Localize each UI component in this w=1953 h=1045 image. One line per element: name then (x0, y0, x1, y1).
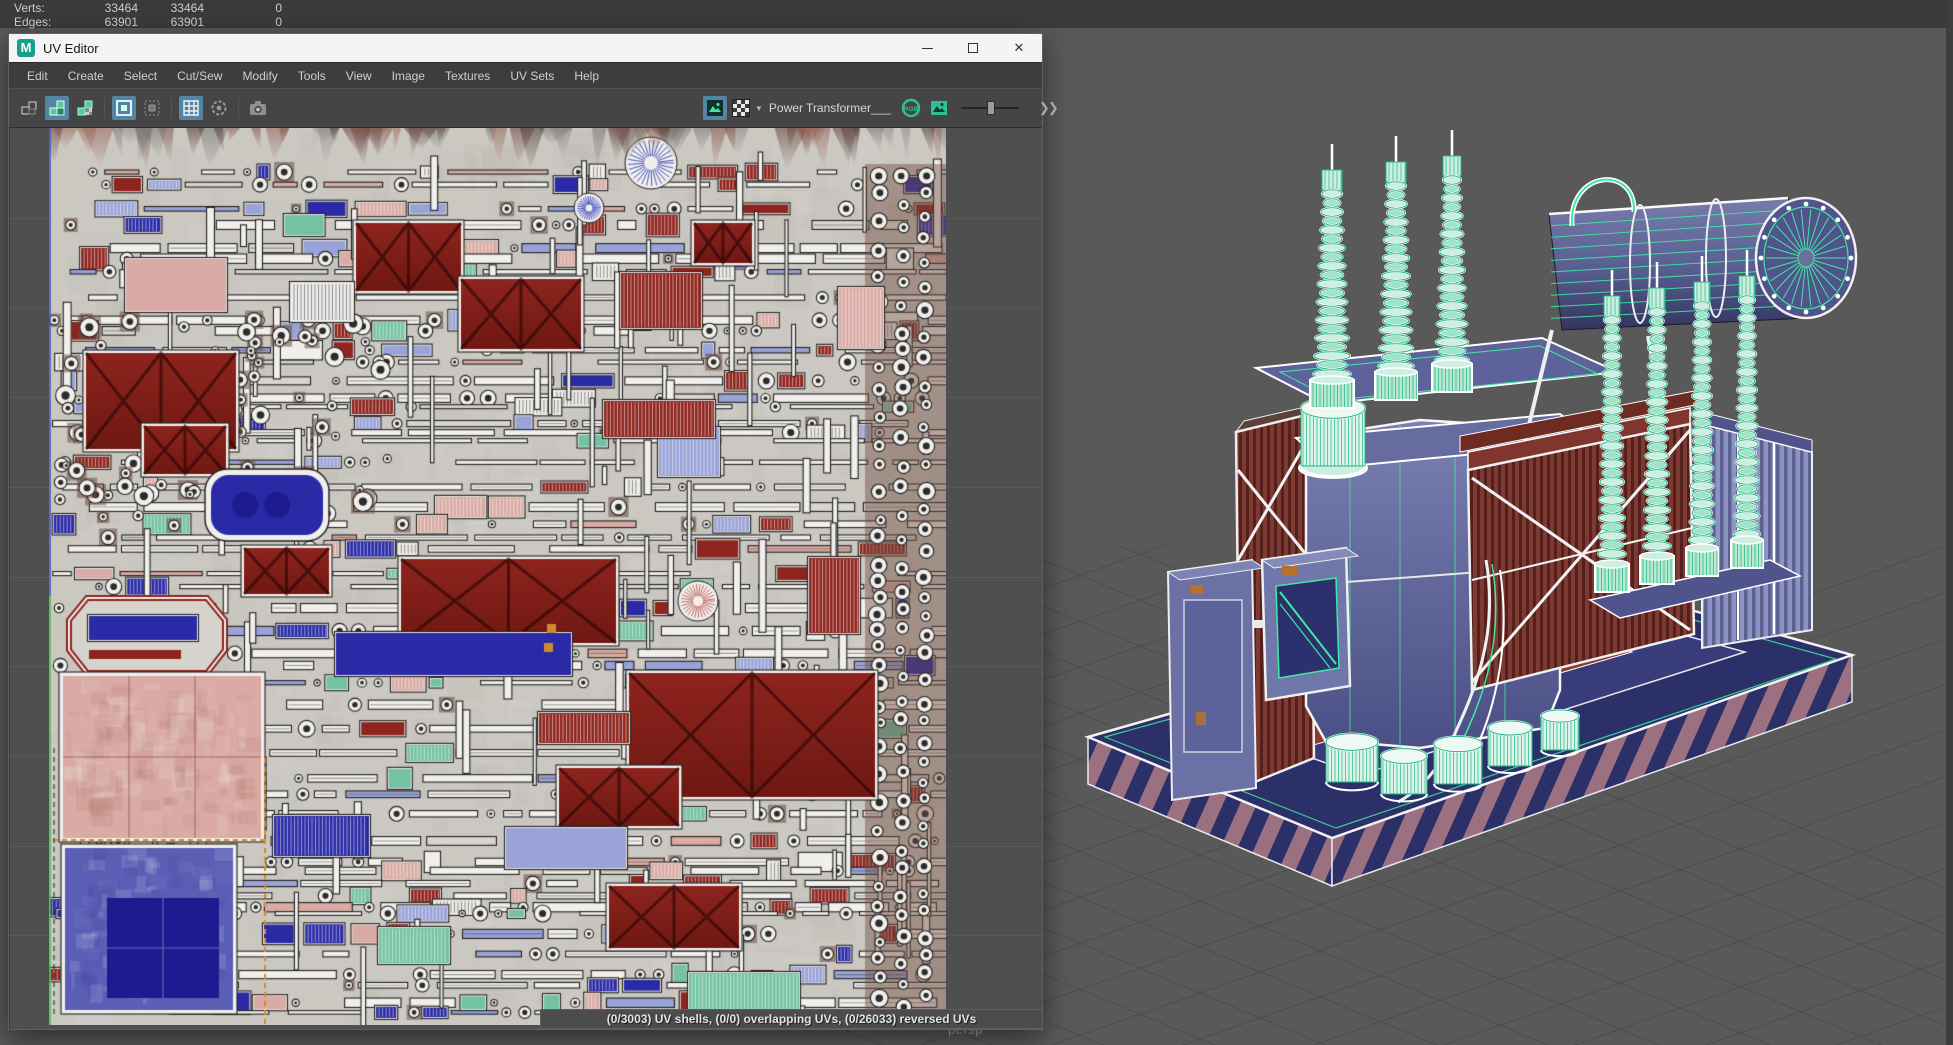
image-display-toggle-icon[interactable] (703, 96, 727, 120)
close-button[interactable]: ✕ (996, 34, 1042, 62)
menu-item-create[interactable]: Create (58, 63, 114, 89)
uv-statistics: (0/3003) UV shells, (0/0) overlapping UV… (606, 1012, 977, 1026)
toolbar-separator (238, 97, 239, 119)
edges-selected: 0 (275, 15, 282, 29)
uv-quadrant-layout-icon[interactable] (17, 96, 41, 120)
toolbar-separator (171, 97, 172, 119)
uv-status-bar: (0/3003) UV shells, (0/0) overlapping UV… (540, 1009, 1042, 1029)
rgb-channels-icon[interactable]: RGB (899, 96, 923, 120)
shadow-uvs-icon[interactable] (207, 96, 231, 120)
menu-item-tools[interactable]: Tools (288, 63, 336, 89)
uv-editor-window: M UV Editor ✕ Edit Create Select Cut/Sew… (8, 33, 1059, 1030)
maximize-icon (968, 43, 978, 53)
texture-name-label[interactable]: Power Transformer___ (769, 101, 897, 115)
window-edge-strip (1946, 0, 1953, 1045)
uv-toolbar: ▼ Power Transformer___ RGB ❯❯ (9, 88, 1059, 128)
menu-item-textures[interactable]: Textures (435, 63, 500, 89)
title-bar[interactable]: M UV Editor ✕ (9, 34, 1042, 62)
verts-shaded: 33464 (170, 1, 204, 15)
menu-item-cut-sew[interactable]: Cut/Sew (167, 63, 232, 89)
checker-map-swatch[interactable] (732, 99, 750, 117)
menu-bar: Edit Create Select Cut/Sew Modify Tools … (9, 62, 1042, 88)
menu-item-uv-sets[interactable]: UV Sets (500, 63, 564, 89)
window-title: UV Editor (43, 40, 99, 56)
uv-canvas-area[interactable]: (0/3003) UV shells, (0/0) overlapping UV… (9, 128, 1042, 1029)
toolbar-separator (104, 97, 105, 119)
svg-text:RGB: RGB (904, 106, 919, 113)
edges-label: Edges: (14, 15, 52, 29)
slider-handle[interactable] (986, 101, 995, 115)
minimize-button[interactable] (904, 34, 950, 62)
menu-item-image[interactable]: Image (382, 63, 435, 89)
hud-edges-row: Edges: 63901 63901 0 (14, 15, 282, 29)
verts-label: Verts: (14, 1, 45, 15)
shells-texture-icon[interactable] (73, 96, 97, 120)
dropdown-arrow-icon[interactable]: ▼ (755, 104, 763, 113)
minimize-icon (921, 47, 933, 49)
menu-item-help[interactable]: Help (564, 63, 609, 89)
menu-item-edit[interactable]: Edit (17, 63, 58, 89)
uv-snapshot-icon[interactable] (246, 96, 270, 120)
verts-total: 33464 (104, 1, 138, 15)
close-icon: ✕ (1013, 40, 1025, 55)
verts-selected: 0 (275, 1, 282, 15)
uv-texture-canvas[interactable] (49, 128, 946, 1025)
display-shells-icon[interactable] (45, 96, 69, 120)
edges-shaded: 63901 (170, 15, 204, 29)
edges-total: 63901 (104, 15, 138, 29)
maximize-button[interactable] (950, 34, 996, 62)
display-image-icon[interactable] (112, 96, 136, 120)
menu-item-select[interactable]: Select (114, 63, 167, 89)
image-range-icon[interactable] (927, 96, 951, 120)
dim-image-icon[interactable] (140, 96, 164, 120)
exposure-slider[interactable] (960, 101, 1019, 115)
poly-count-hud: Verts: 33464 33464 0 Edges: 63901 63901 … (14, 1, 282, 29)
menu-item-view[interactable]: View (336, 63, 382, 89)
menu-item-modify[interactable]: Modify (232, 63, 287, 89)
maya-logo-icon: M (17, 39, 35, 57)
pixel-grid-icon[interactable] (179, 96, 203, 120)
expand-chevrons-icon[interactable]: ❯❯ (1039, 100, 1059, 116)
hud-verts-row: Verts: 33464 33464 0 (14, 1, 282, 15)
